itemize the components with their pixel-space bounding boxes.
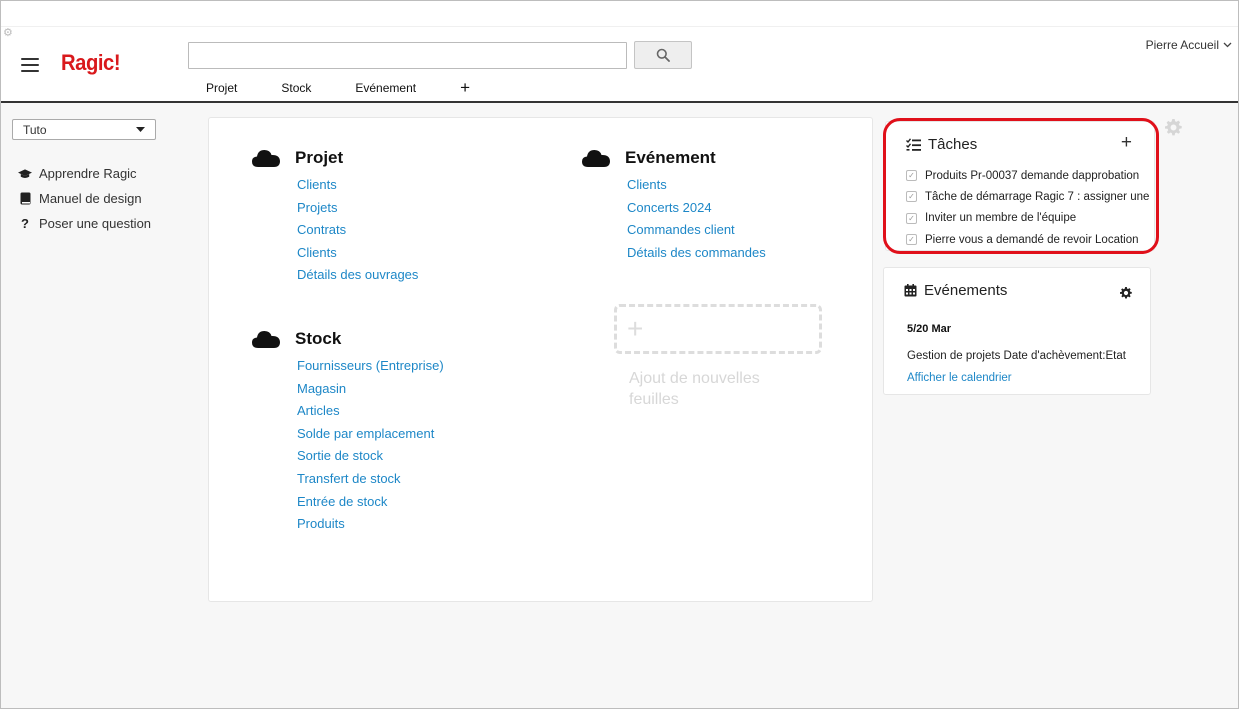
hamburger-menu-icon[interactable]	[21, 58, 39, 72]
task-checkbox[interactable]: ✓	[906, 170, 917, 182]
plus-icon: +	[627, 313, 644, 344]
group-stock: Stock Fournisseurs (Entreprise) Magasin …	[251, 327, 444, 536]
sidebar-item-design-manual[interactable]: Manuel de design	[18, 186, 151, 211]
event-date: 5/20 Mar	[907, 323, 952, 335]
task-list-icon	[906, 138, 921, 151]
task-item[interactable]: ✓ Pierre vous a demandé de revoir Locatio…	[906, 229, 1149, 250]
sheet-directory: Projet Clients Projets Contrats Clients …	[208, 117, 873, 602]
task-label: Inviter un membre de l'équipe	[925, 212, 1077, 225]
sheet-link-solde-emplacement[interactable]: Solde par emplacement	[297, 423, 444, 446]
events-settings-gear-icon[interactable]	[1120, 286, 1132, 304]
sidebar-item-ask-question[interactable]: ? Poser une question	[18, 211, 151, 236]
tab-folder-value: Tuto	[23, 122, 47, 137]
tab-folder-select[interactable]: Tuto	[12, 119, 156, 140]
group-title: Projet	[295, 148, 344, 167]
search-input[interactable]	[188, 42, 627, 69]
top-strip	[1, 1, 1238, 27]
sheet-link-clients-2[interactable]: Clients	[297, 242, 418, 265]
app-logo[interactable]: Ragic!	[61, 50, 121, 76]
sheet-link-details-commandes[interactable]: Détails des commandes	[627, 242, 766, 265]
sheet-link-commandes-client[interactable]: Commandes client	[627, 219, 766, 242]
search-button[interactable]	[634, 41, 692, 69]
tab-stock[interactable]: Stock	[281, 81, 311, 95]
task-list: ✓ Produits Pr-00037 demande dapprobation …	[906, 165, 1149, 250]
sheet-link-details-ouvrages[interactable]: Détails des ouvrages	[297, 264, 418, 287]
caret-down-icon	[136, 126, 145, 132]
question-icon: ?	[21, 216, 29, 231]
group-projet: Projet Clients Projets Contrats Clients …	[251, 146, 418, 287]
add-sheet-button[interactable]: +	[614, 304, 822, 354]
tasks-panel: Tâches + ✓ Produits Pr-00037 demande dapp…	[885, 121, 1155, 251]
task-label: Produits Pr-00037 demande dapprobation	[925, 169, 1140, 182]
tasks-title: Tâches	[928, 136, 978, 153]
sidebar-item-learn[interactable]: Apprendre Ragic	[18, 161, 151, 186]
cloud-icon	[582, 150, 610, 167]
user-menu[interactable]: Pierre Accueil	[1146, 38, 1232, 52]
sidebar-item-label: Apprendre Ragic	[39, 166, 137, 181]
dashboard-settings-gear-icon[interactable]	[1165, 119, 1182, 141]
tab-bar: Projet Stock Evénement +	[206, 79, 470, 96]
graduation-cap-icon	[18, 168, 32, 180]
sidebar-item-label: Manuel de design	[39, 191, 142, 206]
events-panel: Evénements 5/20 Mar Gestion de projets D…	[883, 267, 1151, 395]
sheet-link-produits[interactable]: Produits	[297, 513, 444, 536]
task-label: Tâche de démarrage Ragic 7 : assigner un…	[925, 190, 1150, 203]
sheet-link-concerts[interactable]: Concerts 2024	[627, 197, 766, 220]
sheet-link-fournisseurs[interactable]: Fournisseurs (Entreprise)	[297, 355, 444, 378]
task-item[interactable]: ✓ Produits Pr-00037 demande dapprobation	[906, 165, 1149, 186]
sheet-link-clients[interactable]: Clients	[297, 174, 418, 197]
sheet-link-transfert-stock[interactable]: Transfert de stock	[297, 468, 444, 491]
sheet-link-contrats[interactable]: Contrats	[297, 219, 418, 242]
add-task-button[interactable]: +	[1121, 133, 1132, 153]
group-evenement: Evénement Clients Concerts 2024 Commande…	[581, 146, 766, 264]
top-bar: ⚙ Ragic! Pierre Accueil Projet Stock Evé…	[1, 1, 1238, 103]
book-icon	[18, 192, 32, 205]
add-tab-button[interactable]: +	[460, 79, 470, 96]
tab-evenement[interactable]: Evénement	[355, 81, 416, 95]
sheet-link-clients[interactable]: Clients	[627, 174, 766, 197]
task-label: Pierre vous a demandé de revoir Location	[925, 233, 1139, 246]
sheet-link-entree-stock[interactable]: Entrée de stock	[297, 491, 444, 514]
sheet-link-projets[interactable]: Projets	[297, 197, 418, 220]
group-title: Stock	[295, 329, 342, 348]
sidebar-item-label: Poser une question	[39, 216, 152, 231]
events-title: Evénements	[924, 282, 1008, 299]
cloud-icon	[252, 331, 280, 348]
cloud-icon	[252, 150, 280, 167]
add-sheet-label: Ajout de nouvelles feuilles	[629, 370, 760, 408]
event-item[interactable]: Gestion de projets Date d'achèvement:Eta…	[907, 350, 1126, 362]
task-checkbox[interactable]: ✓	[906, 234, 917, 246]
task-checkbox[interactable]: ✓	[906, 212, 917, 224]
sheet-link-articles[interactable]: Articles	[297, 400, 444, 423]
settings-gear-icon[interactable]: ⚙	[3, 28, 14, 39]
sheet-link-magasin[interactable]: Magasin	[297, 378, 444, 401]
task-item[interactable]: ✓ Inviter un membre de l'équipe	[906, 208, 1149, 229]
show-calendar-link[interactable]: Afficher le calendrier	[907, 372, 1012, 384]
group-title: Evénement	[625, 148, 716, 167]
calendar-icon	[904, 284, 917, 297]
search-icon	[656, 48, 670, 62]
chevron-down-icon	[1223, 42, 1232, 48]
task-checkbox[interactable]: ✓	[906, 191, 917, 203]
sheet-link-sortie-stock[interactable]: Sortie de stock	[297, 445, 444, 468]
tab-projet[interactable]: Projet	[206, 81, 237, 95]
user-name: Pierre Accueil	[1145, 38, 1219, 52]
task-item[interactable]: ✓ Tâche de démarrage Ragic 7 : assigner u…	[906, 186, 1149, 207]
sidebar-links: Apprendre Ragic Manuel de design ? Poser…	[18, 161, 151, 236]
